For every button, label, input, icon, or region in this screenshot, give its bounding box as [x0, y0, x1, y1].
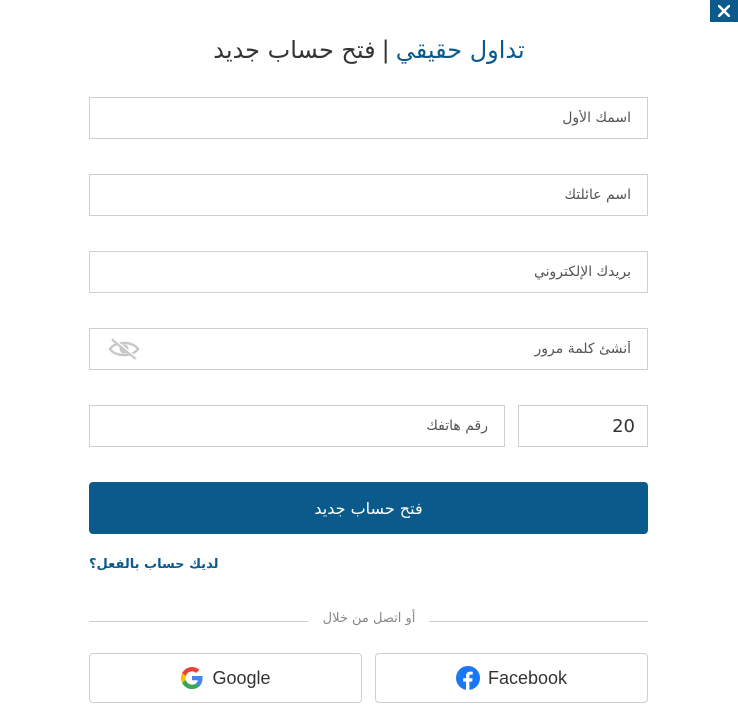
title-accent: تداول حقيقي	[395, 36, 525, 64]
facebook-label: Facebook	[487, 667, 568, 688]
page-title: تداول حقيقي|فتح حساب جديد	[0, 36, 738, 64]
last-name-field[interactable]	[89, 174, 648, 216]
eye-slash-icon[interactable]	[108, 337, 140, 361]
already-have-account-link[interactable]: لديك حساب بالفعل؟	[89, 557, 218, 572]
google-label: Google	[212, 667, 271, 688]
phone-input[interactable]	[104, 417, 490, 435]
email-field[interactable]	[89, 251, 648, 293]
facebook-login-button[interactable]: Facebook	[375, 653, 648, 703]
country-code-field[interactable]: 20	[518, 405, 648, 447]
google-icon	[181, 667, 204, 689]
password-field[interactable]	[89, 328, 648, 370]
google-login-button[interactable]: Google	[89, 653, 362, 703]
last-name-input[interactable]	[104, 186, 633, 204]
first-name-field[interactable]	[89, 97, 648, 139]
phone-field[interactable]	[89, 405, 505, 447]
title-separator: |	[381, 36, 390, 64]
email-input[interactable]	[104, 263, 633, 281]
open-account-button[interactable]: فتح حساب جديد	[89, 482, 648, 534]
country-code-value: 20	[612, 415, 635, 437]
title-main: فتح حساب جديد	[213, 36, 376, 64]
close-icon	[718, 5, 730, 17]
divider-text: أو اتصل من خلال	[322, 611, 416, 626]
first-name-input[interactable]	[104, 109, 633, 127]
facebook-icon	[455, 666, 480, 690]
password-input[interactable]	[104, 340, 633, 358]
close-button[interactable]	[710, 0, 738, 22]
